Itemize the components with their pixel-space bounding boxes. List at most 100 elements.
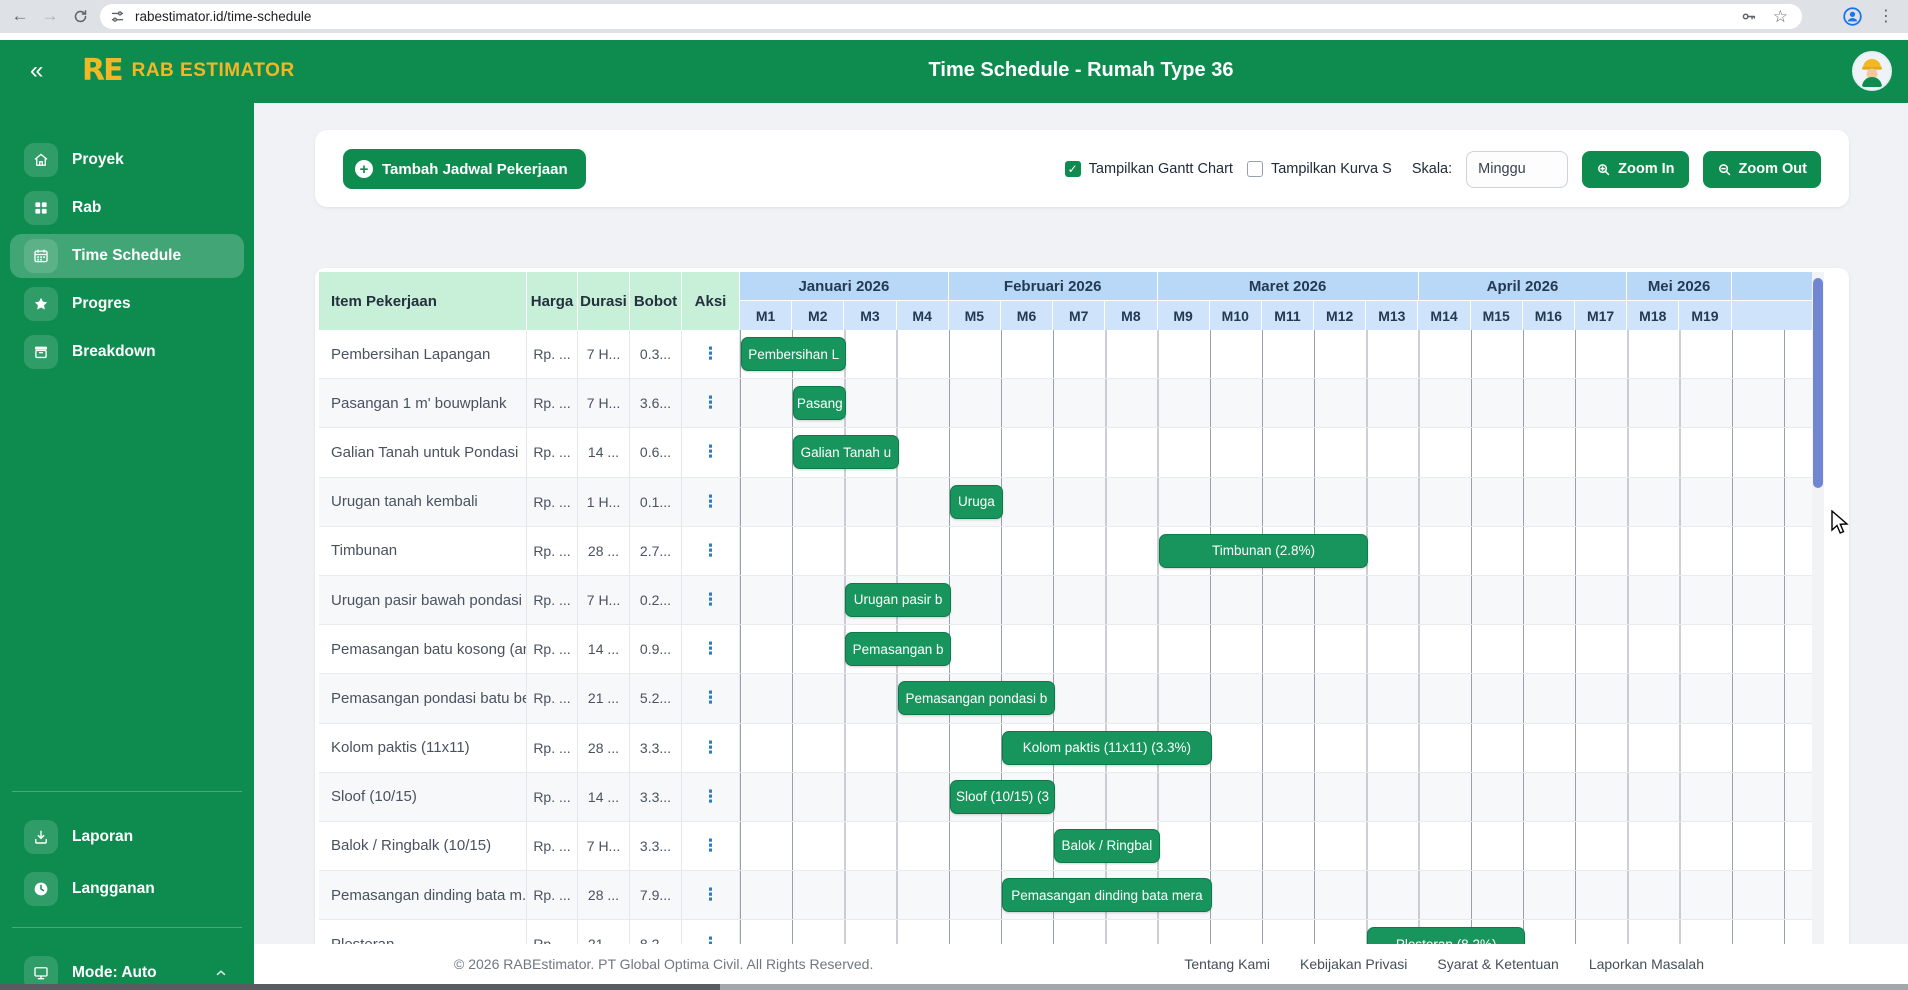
cell-aksi: ⋮	[682, 576, 740, 624]
browser-menu-icon[interactable]: ⋮	[1874, 4, 1898, 28]
row-actions-menu-icon[interactable]: ⋮	[702, 442, 719, 462]
cell-harga: Rp. ...	[527, 527, 578, 575]
month-header-cell: Maret 2026	[1158, 272, 1419, 301]
zoom-in-button[interactable]: Zoom In	[1582, 151, 1688, 188]
week-header-m5: M5	[949, 301, 1001, 330]
kurva-checkbox[interactable]	[1247, 161, 1263, 177]
column-header-durasi: Durasi	[578, 272, 630, 330]
site-info-icon[interactable]	[110, 9, 125, 24]
sidebar-item-label: Rab	[72, 199, 101, 217]
scale-select[interactable]: Minggu	[1466, 151, 1568, 188]
app-header: « RE RAB ESTIMATOR Time Schedule - Rumah…	[0, 40, 1908, 103]
url-text[interactable]: rabestimator.id/time-schedule	[135, 9, 1740, 24]
column-header-bobot: Bobot	[630, 272, 682, 330]
gantt-bar[interactable]: Sloof (10/15) (3	[950, 780, 1055, 814]
footer-link-syarat-ketentuan[interactable]: Syarat & Ketentuan	[1437, 956, 1558, 972]
gantt-bar[interactable]: Uruga	[950, 485, 1003, 519]
gantt-vertical-scrollbar[interactable]	[1812, 272, 1824, 964]
address-bar[interactable]: rabestimator.id/time-schedule ☆	[100, 4, 1802, 29]
sidebar-item-laporan[interactable]: Laporan	[10, 815, 244, 859]
sidebar-item-time-schedule[interactable]: Time Schedule	[10, 234, 244, 278]
sidebar-item-progres[interactable]: Progres	[10, 282, 244, 326]
table-row: Pasangan 1 m' bouwplankRp. ...7 H...3.6.…	[319, 379, 1824, 428]
gantt-bar[interactable]: Balok / Ringbal	[1054, 829, 1159, 863]
sidebar-item-label: Laporan	[72, 828, 133, 846]
week-header-m9: M9	[1158, 301, 1210, 330]
gantt-checkbox[interactable]: ✓	[1065, 161, 1081, 177]
gantt-bar[interactable]: Galian Tanah u	[793, 435, 898, 469]
cell-aksi: ⋮	[682, 674, 740, 722]
footer-link-kebijakan-privasi[interactable]: Kebijakan Privasi	[1300, 956, 1407, 972]
browser-back-icon[interactable]: ←	[8, 4, 32, 28]
sidebar-item-label: Proyek	[72, 151, 124, 169]
cell-durasi: 1 H...	[578, 478, 630, 526]
week-header-m13: M13	[1366, 301, 1418, 330]
row-actions-menu-icon[interactable]: ⋮	[702, 492, 719, 512]
show-kurva-toggle[interactable]: Tampilkan Kurva S	[1247, 161, 1392, 177]
footer-link-laporkan-masalah[interactable]: Laporkan Masalah	[1589, 956, 1704, 972]
gantt-bar[interactable]: Urugan pasir b	[845, 583, 950, 617]
user-avatar[interactable]	[1852, 51, 1892, 91]
gantt-row: Sloof (10/15) (3	[740, 773, 1812, 821]
gantt-bar[interactable]: Pasang	[793, 386, 846, 420]
sidebar-item-langganan[interactable]: Langganan	[10, 867, 244, 911]
row-actions-menu-icon[interactable]: ⋮	[702, 738, 719, 758]
sidebar-divider	[12, 791, 242, 792]
monitor-icon	[32, 964, 50, 982]
cell-aksi: ⋮	[682, 773, 740, 821]
add-schedule-button[interactable]: + Tambah Jadwal Pekerjaan	[343, 149, 586, 189]
sidebar-item-proyek[interactable]: Proyek	[10, 138, 244, 182]
week-header-m2: M2	[792, 301, 844, 330]
browser-profile-icon[interactable]	[1840, 4, 1864, 28]
password-key-icon[interactable]	[1740, 8, 1757, 25]
month-header-cell: April 2026	[1419, 272, 1628, 301]
gantt-bar[interactable]: Pemasangan b	[845, 632, 950, 666]
sidebar-item-label: Time Schedule	[72, 247, 181, 265]
gantt-week-header: M1M2M3M4M5M6M7M8M9M10M11M12M13M14M15M16M…	[740, 301, 1812, 330]
footer-link-tentang-kami[interactable]: Tentang Kami	[1184, 956, 1270, 972]
gantt-bar[interactable]: Kolom paktis (11x11) (3.3%)	[1002, 731, 1212, 765]
sidebar-item-label: Breakdown	[72, 343, 156, 361]
table-column-headers: Item PekerjaanHargaDurasiBobotAksi	[319, 272, 740, 330]
row-actions-menu-icon[interactable]: ⋮	[702, 836, 719, 856]
row-actions-menu-icon[interactable]: ⋮	[702, 590, 719, 610]
add-schedule-button-label: Tambah Jadwal Pekerjaan	[382, 161, 568, 178]
sidebar-item-breakdown[interactable]: Breakdown	[10, 330, 244, 374]
row-actions-menu-icon[interactable]: ⋮	[702, 688, 719, 708]
cell-item: Timbunan	[319, 527, 527, 575]
scrollbar-thumb[interactable]	[1813, 278, 1823, 488]
row-actions-menu-icon[interactable]: ⋮	[702, 541, 719, 561]
gantt-bar[interactable]: Timbunan (2.8%)	[1159, 534, 1369, 568]
row-actions-menu-icon[interactable]: ⋮	[702, 885, 719, 905]
zoom-out-button[interactable]: Zoom Out	[1703, 151, 1821, 188]
show-gantt-toggle[interactable]: ✓ Tampilkan Gantt Chart	[1065, 161, 1233, 177]
plus-circle-icon: +	[355, 160, 373, 178]
week-header-m3: M3	[844, 301, 896, 330]
page-title: Time Schedule - Rumah Type 36	[254, 59, 1908, 82]
cell-aksi: ⋮	[682, 379, 740, 427]
cell-harga: Rp. ...	[527, 822, 578, 870]
cell-durasi: 14 ...	[578, 428, 630, 476]
row-actions-menu-icon[interactable]: ⋮	[702, 787, 719, 807]
cell-durasi: 14 ...	[578, 773, 630, 821]
row-actions-menu-icon[interactable]: ⋮	[702, 639, 719, 659]
gantt-bar[interactable]: Pemasangan pondasi b	[898, 681, 1056, 715]
gantt-bar[interactable]: Pembersihan L	[741, 337, 846, 371]
cell-harga: Rp. ...	[527, 724, 578, 772]
cell-aksi: ⋮	[682, 871, 740, 919]
sidebar-item-rab[interactable]: Rab	[10, 186, 244, 230]
clock-icon	[32, 880, 50, 898]
row-actions-menu-icon[interactable]: ⋮	[702, 344, 719, 364]
gantt-bar[interactable]: Pemasangan dinding bata mera	[1002, 878, 1212, 912]
browser-forward-icon[interactable]: →	[38, 4, 62, 28]
browser-reload-icon[interactable]	[68, 4, 92, 28]
row-actions-menu-icon[interactable]: ⋮	[702, 393, 719, 413]
schedule-toolbar: + Tambah Jadwal Pekerjaan ✓ Tampilkan Ga…	[315, 130, 1849, 207]
bookmark-star-icon[interactable]: ☆	[1773, 8, 1788, 25]
cell-bobot: 7.9...	[630, 871, 682, 919]
gantt-row: Galian Tanah u	[740, 428, 1812, 476]
cell-harga: Rp. ...	[527, 478, 578, 526]
sidebar-collapse-button[interactable]: «	[30, 56, 43, 86]
calendar-icon	[32, 247, 50, 265]
cell-harga: Rp. ...	[527, 428, 578, 476]
